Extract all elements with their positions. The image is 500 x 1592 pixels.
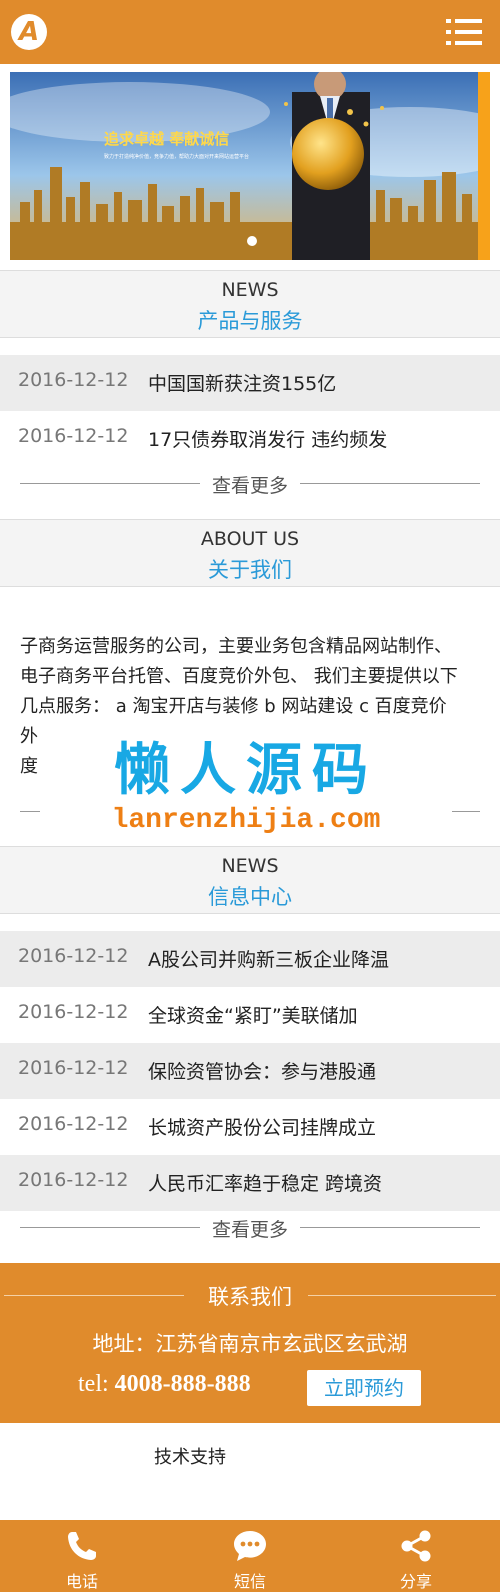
item-title[interactable]: 保险资管协会：参与港股通: [148, 1057, 376, 1084]
list-item[interactable]: 2016-12-12 人民币汇率趋于稳定 跨境资: [0, 1155, 500, 1211]
logo[interactable]: A: [11, 14, 47, 50]
news-section-header: NEWS 产品与服务: [0, 270, 500, 338]
hero-banner[interactable]: 追求卓越 奉献诚信 致力于打造纯净价值，竞争力值，帮助力大面对开来网站运营平台: [10, 72, 490, 260]
item-date: 2016-12-12: [18, 1001, 129, 1023]
banner-subline: 致力于打造纯净价值，竞争力值，帮助力大面对开来网站运营平台: [104, 153, 249, 160]
item-title[interactable]: 17只债券取消发行 违约频发: [148, 425, 387, 452]
menu-icon[interactable]: [446, 18, 482, 46]
about-section-header: ABOUT US 关于我们: [0, 519, 500, 587]
book-now-button[interactable]: 立即预约: [307, 1370, 421, 1406]
list-item[interactable]: 2016-12-12 17只债券取消发行 违约频发: [0, 411, 500, 467]
section-title-en: ABOUT US: [200, 528, 300, 550]
divider: [20, 811, 40, 812]
about-line: 电子商务平台托管、百度竞价外包、 我们主要提供以下: [20, 666, 458, 687]
item-date: 2016-12-12: [18, 1169, 129, 1191]
slider-dot[interactable]: [247, 236, 257, 246]
tel-label: tel:: [78, 1371, 109, 1397]
about-line: 子商务运营服务的公司，主要业务包含精品网站制作、: [20, 636, 452, 657]
item-date: 2016-12-12: [18, 425, 129, 447]
section-title-cn[interactable]: 产品与服务: [0, 305, 500, 335]
item-date: 2016-12-12: [18, 945, 129, 967]
list-item[interactable]: 2016-12-12 A股公司并购新三板企业降温: [0, 931, 500, 987]
item-title[interactable]: A股公司并购新三板企业降温: [148, 945, 389, 972]
item-title[interactable]: 长城资产股份公司挂牌成立: [148, 1113, 376, 1140]
section-title-cn[interactable]: 信息中心: [0, 881, 500, 911]
share-icon: [401, 1530, 431, 1562]
phone-icon: [68, 1532, 96, 1560]
more-label[interactable]: 查看更多: [205, 1219, 294, 1241]
list-item[interactable]: 2016-12-12 长城资产股份公司挂牌成立: [0, 1099, 500, 1155]
tel-number[interactable]: 4008-888-888: [115, 1371, 251, 1397]
list-item[interactable]: 2016-12-12 中国国新获注资155亿: [0, 355, 500, 411]
item-date: 2016-12-12: [18, 1057, 129, 1079]
sms-icon: [234, 1531, 266, 1561]
item-title[interactable]: 全球资金“紧盯”美联储加: [148, 1001, 358, 1028]
more-label[interactable]: 查看更多: [205, 475, 294, 497]
footer-share-button[interactable]: 分享: [356, 1520, 476, 1592]
contact-title: 联系我们: [208, 1285, 292, 1309]
section-title-en: NEWS: [221, 279, 279, 301]
info-more-link[interactable]: 查看更多: [0, 1212, 500, 1242]
logo-letter: A: [18, 17, 40, 47]
contact-address: 地址：江苏省南京市玄武区玄武湖: [92, 1332, 408, 1356]
footer-sms-button[interactable]: 短信: [190, 1520, 310, 1592]
tech-support-link[interactable]: 技术支持: [154, 1443, 226, 1469]
watermark-cn: 懒人源码: [114, 738, 378, 803]
banner-image: 追求卓越 奉献诚信 致力于打造纯净价值，竞争力值，帮助力大面对开来网站运营平台: [10, 72, 490, 260]
section-title-cn[interactable]: 关于我们: [0, 554, 500, 584]
list-item[interactable]: 2016-12-12 全球资金“紧盯”美联储加: [0, 987, 500, 1043]
news-more-link[interactable]: 查看更多: [0, 468, 500, 498]
top-header: A: [0, 0, 500, 64]
divider: [452, 811, 480, 812]
footer-label: 短信: [233, 1572, 266, 1591]
item-date: 2016-12-12: [18, 1113, 129, 1135]
list-item[interactable]: 2016-12-12 保险资管协会：参与港股通: [0, 1043, 500, 1099]
watermark-en: lanrenzhijia.com: [111, 805, 381, 836]
contact-section: 联系我们 地址：江苏省南京市玄武区玄武湖 tel: 4008-888-888 立…: [0, 1263, 500, 1423]
item-title[interactable]: 人民币汇率趋于稳定 跨境资: [148, 1169, 382, 1196]
info-section-header: NEWS 信息中心: [0, 846, 500, 914]
watermark-overlay: 懒人源码 lanrenzhijia.com: [40, 715, 452, 853]
section-title-en: NEWS: [221, 855, 279, 877]
bottom-nav: 电话 短信 分享: [0, 1520, 500, 1592]
contact-phone[interactable]: tel: 4008-888-888: [78, 1371, 251, 1398]
item-title[interactable]: 中国国新获注资155亿: [148, 369, 336, 396]
footer-label: 电话: [65, 1572, 98, 1591]
footer-phone-button[interactable]: 电话: [22, 1520, 142, 1592]
footer-label: 分享: [399, 1572, 432, 1591]
banner-headline: 追求卓越 奉献诚信: [104, 130, 229, 148]
item-date: 2016-12-12: [18, 369, 129, 391]
